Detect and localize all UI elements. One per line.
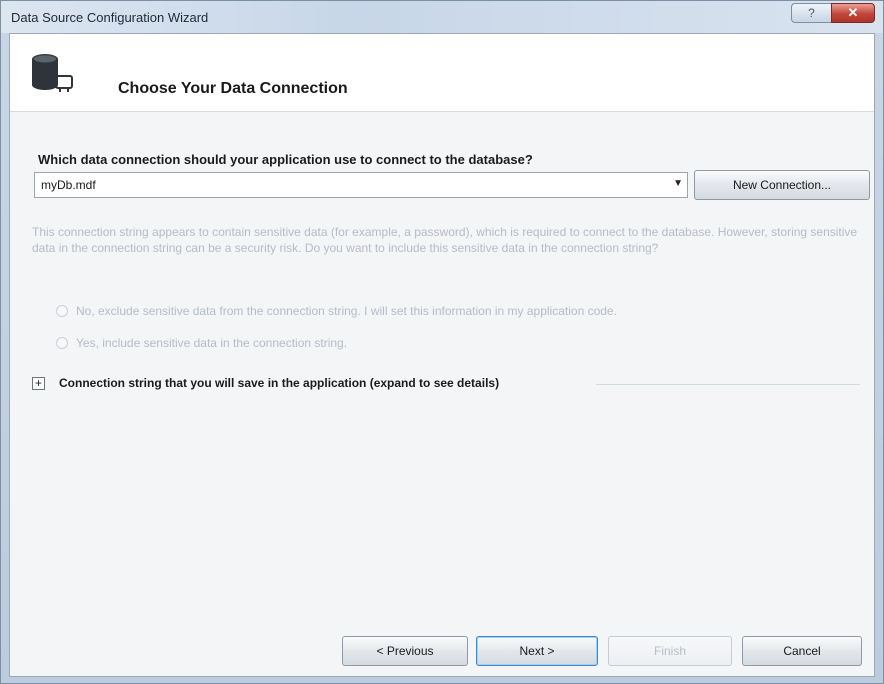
radio-button-no[interactable] [56, 305, 68, 317]
wizard-header: Choose Your Data Connection [10, 34, 874, 112]
separator-line [596, 384, 860, 385]
window-title: Data Source Configuration Wizard [11, 10, 209, 25]
close-button[interactable]: ✕ [831, 3, 875, 23]
connection-string-expander[interactable]: + Connection string that you will save i… [32, 376, 499, 390]
wizard-window: Data Source Configuration Wizard ? ✕ Cho… [0, 0, 884, 684]
page-title: Choose Your Data Connection [118, 80, 348, 97]
chevron-down-icon[interactable]: ▼ [673, 178, 683, 189]
previous-button[interactable]: < Previous [342, 636, 468, 666]
expander-label: Connection string that you will save in … [59, 376, 500, 390]
sensitive-data-message: This connection string appears to contai… [32, 225, 858, 255]
connection-dropdown[interactable]: myDb.mdf ▼ [34, 172, 688, 198]
next-button[interactable]: Next > [476, 636, 598, 666]
finish-button[interactable]: Finish [608, 636, 732, 666]
radio-label-no: No, exclude sensitive data from the conn… [76, 304, 617, 318]
connection-value: myDb.mdf [41, 178, 96, 192]
database-connection-icon [32, 54, 73, 92]
wizard-body: Choose Your Data Connection Which data c… [9, 33, 875, 677]
cancel-button[interactable]: Cancel [742, 636, 862, 666]
help-button[interactable]: ? [791, 3, 831, 23]
title-bar[interactable]: Data Source Configuration Wizard ? ✕ [1, 1, 883, 33]
new-connection-button[interactable]: New Connection... [694, 170, 870, 200]
title-controls: ? ✕ [791, 3, 875, 23]
radio-include-sensitive[interactable]: Yes, include sensitive data in the conne… [56, 336, 347, 350]
expand-icon[interactable]: + [32, 376, 45, 390]
connection-question: Which data connection should your applic… [38, 152, 533, 167]
radio-button-yes[interactable] [56, 337, 68, 349]
radio-exclude-sensitive[interactable]: No, exclude sensitive data from the conn… [56, 304, 617, 318]
radio-label-yes: Yes, include sensitive data in the conne… [76, 336, 348, 350]
